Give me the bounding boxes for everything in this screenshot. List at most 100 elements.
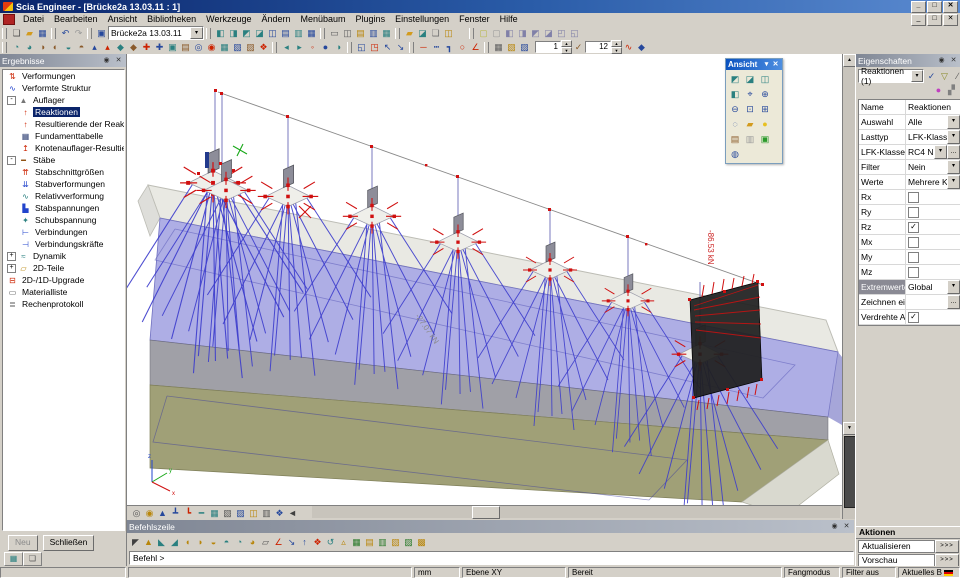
- toolbar-icon[interactable]: ↘: [285, 536, 298, 548]
- close-button[interactable]: Schließen: [43, 535, 95, 551]
- toolbar-icon[interactable]: ✚: [140, 41, 153, 53]
- toolbar-icon[interactable]: ▥: [260, 507, 273, 519]
- view-top-icon[interactable]: ◧: [728, 87, 742, 101]
- toolbar-icon[interactable]: ∠: [272, 536, 285, 548]
- chevron-down-icon[interactable]: ▾: [934, 145, 947, 159]
- toolbar-icon[interactable]: ◑: [36, 41, 49, 53]
- toolbar-icon[interactable]: ◆: [635, 41, 648, 53]
- toolbar-icon[interactable]: ◱: [355, 41, 368, 53]
- menu-item-einstellungen[interactable]: Einstellungen: [390, 13, 454, 26]
- toolbar-icon[interactable]: ▨: [244, 41, 257, 53]
- spin-down-icon[interactable]: ▼: [561, 47, 572, 54]
- filter-icon[interactable]: ▽: [938, 70, 951, 82]
- toolbar-icon[interactable]: ◂: [280, 41, 293, 53]
- restore-button[interactable]: □: [927, 1, 942, 13]
- checkbox-unchecked[interactable]: [908, 207, 919, 218]
- expand-icon[interactable]: +: [7, 264, 16, 273]
- horizontal-scrollbar-thumb[interactable]: [472, 506, 500, 519]
- circle-icon[interactable]: ○: [456, 41, 469, 53]
- toolbar-icon[interactable]: ◰: [555, 27, 568, 39]
- tree-item-verbindungskr-fte[interactable]: ⊣Verbindungskräfte: [3, 238, 124, 250]
- close-icon[interactable]: ✕: [113, 56, 124, 66]
- zoom-out-icon[interactable]: ⊖: [728, 102, 742, 116]
- toolbar-icon[interactable]: ▦: [380, 27, 393, 39]
- property-value[interactable]: Global: [908, 282, 947, 292]
- toolbar-icon[interactable]: ◎: [130, 507, 143, 519]
- toolbar-icon[interactable]: ◫: [247, 507, 260, 519]
- list-icon[interactable]: ✓: [925, 70, 938, 82]
- chevron-down-icon[interactable]: ▾: [190, 27, 203, 39]
- toolbar-icon[interactable]: ▢: [490, 27, 503, 39]
- toolbar-icon[interactable]: ◧: [214, 27, 227, 39]
- tree-item-reaktionen[interactable]: ↑Reaktionen: [3, 106, 124, 118]
- project-manager-icon[interactable]: ▣: [95, 27, 108, 39]
- toolbar-icon[interactable]: ↘: [394, 41, 407, 53]
- members-spinner[interactable]: 1 ▲▼: [535, 41, 572, 53]
- tree-item-verformungen[interactable]: ⇅Verformungen: [3, 70, 124, 82]
- checkbox-unchecked[interactable]: [908, 267, 919, 278]
- toolbar-icon[interactable]: ❖: [273, 507, 286, 519]
- property-value[interactable]: Mehrere Kompo: [908, 177, 947, 187]
- toolbar-icon[interactable]: ◕: [23, 41, 36, 53]
- tree-item-schubspannung[interactable]: ✦Schubspannung: [3, 214, 124, 226]
- close-icon[interactable]: ✕: [841, 522, 852, 532]
- menu-item-ndern[interactable]: Ändern: [256, 13, 295, 26]
- toolbar-icon[interactable]: ▤: [179, 41, 192, 53]
- toolbar-icon[interactable]: ◐: [49, 41, 62, 53]
- toolbar-icon[interactable]: ◩: [240, 27, 253, 39]
- toolbar-icon[interactable]: ❖: [311, 536, 324, 548]
- menu-item-menbaum[interactable]: Menübaum: [296, 13, 351, 26]
- toolbar-icon[interactable]: ┻: [169, 507, 182, 519]
- property-object-combo[interactable]: Reaktionen (1) ▾: [858, 69, 924, 83]
- toolbar-icon[interactable]: ◒: [62, 41, 75, 53]
- chevron-down-icon[interactable]: ▾: [947, 115, 960, 129]
- checkbox-checked[interactable]: ✓: [908, 222, 919, 233]
- save-icon[interactable]: ▦: [36, 27, 49, 39]
- horizontal-scrollbar[interactable]: [312, 506, 840, 518]
- view-axo-icon[interactable]: ◩: [728, 72, 742, 86]
- menu-item-bibliotheken[interactable]: Bibliotheken: [142, 13, 201, 26]
- project-combo[interactable]: Brücke2a 13.03.11 ▾: [108, 26, 204, 40]
- ellipsis-button[interactable]: ...: [947, 145, 960, 159]
- collapse-icon[interactable]: -: [7, 156, 16, 165]
- tree-item-st-be[interactable]: -━Stäbe: [3, 154, 124, 166]
- chevron-down-icon[interactable]: ▾: [947, 130, 960, 144]
- document-icon[interactable]: [3, 14, 15, 25]
- toolbar-icon[interactable]: ┅: [430, 41, 443, 53]
- view-front-icon[interactable]: ◪: [743, 72, 757, 86]
- layers-spinner[interactable]: 12 ▲▼: [585, 41, 622, 53]
- toolbar-icon[interactable]: ▤: [354, 27, 367, 39]
- tool-icon[interactable]: ✓: [572, 41, 585, 53]
- toolbar-icon[interactable]: ◆: [114, 41, 127, 53]
- toolbar-icon[interactable]: ━: [195, 507, 208, 519]
- new-document-icon[interactable]: ❏: [10, 27, 23, 39]
- render-icon[interactable]: ▣: [758, 132, 772, 146]
- menu-item-werkzeuge[interactable]: Werkzeuge: [201, 13, 256, 26]
- print-preview-icon[interactable]: ◫: [341, 27, 354, 39]
- toolbar-icon[interactable]: ▨: [234, 507, 247, 519]
- pin-icon[interactable]: ◉: [829, 522, 840, 532]
- menu-item-bearbeiten[interactable]: Bearbeiten: [49, 13, 103, 26]
- menu-item-fenster[interactable]: Fenster: [454, 13, 495, 26]
- chevron-down-icon[interactable]: ▾: [911, 70, 923, 82]
- image-icon[interactable]: ▤: [728, 132, 742, 146]
- new-button[interactable]: Neu: [8, 535, 38, 551]
- toolbar-icon[interactable]: ▦: [350, 536, 363, 548]
- menu-item-ansicht[interactable]: Ansicht: [103, 13, 143, 26]
- toolbar-icon[interactable]: ▧: [389, 536, 402, 548]
- toolbar-icon[interactable]: ◒: [207, 536, 220, 548]
- toolbar-icon[interactable]: ◎: [192, 41, 205, 53]
- toolbar-icon[interactable]: ▨: [402, 536, 415, 548]
- toolbar-icon[interactable]: ▣: [166, 41, 179, 53]
- toolbar-icon[interactable]: ◳: [368, 41, 381, 53]
- toolbar-icon[interactable]: ◧: [503, 27, 516, 39]
- minimize-button[interactable]: _: [911, 14, 926, 26]
- menu-item-datei[interactable]: Datei: [18, 13, 49, 26]
- ellipsis-button[interactable]: ...: [947, 295, 960, 309]
- toolbar-icon[interactable]: ◓: [75, 41, 88, 53]
- tree-item-verbindungen[interactable]: ⊢Verbindungen: [3, 226, 124, 238]
- toolbar-icon[interactable]: ▦: [208, 507, 221, 519]
- toolbar-icon[interactable]: ▧: [221, 507, 234, 519]
- close-button[interactable]: ✕: [943, 14, 958, 26]
- members-spinner-value[interactable]: 1: [535, 41, 561, 53]
